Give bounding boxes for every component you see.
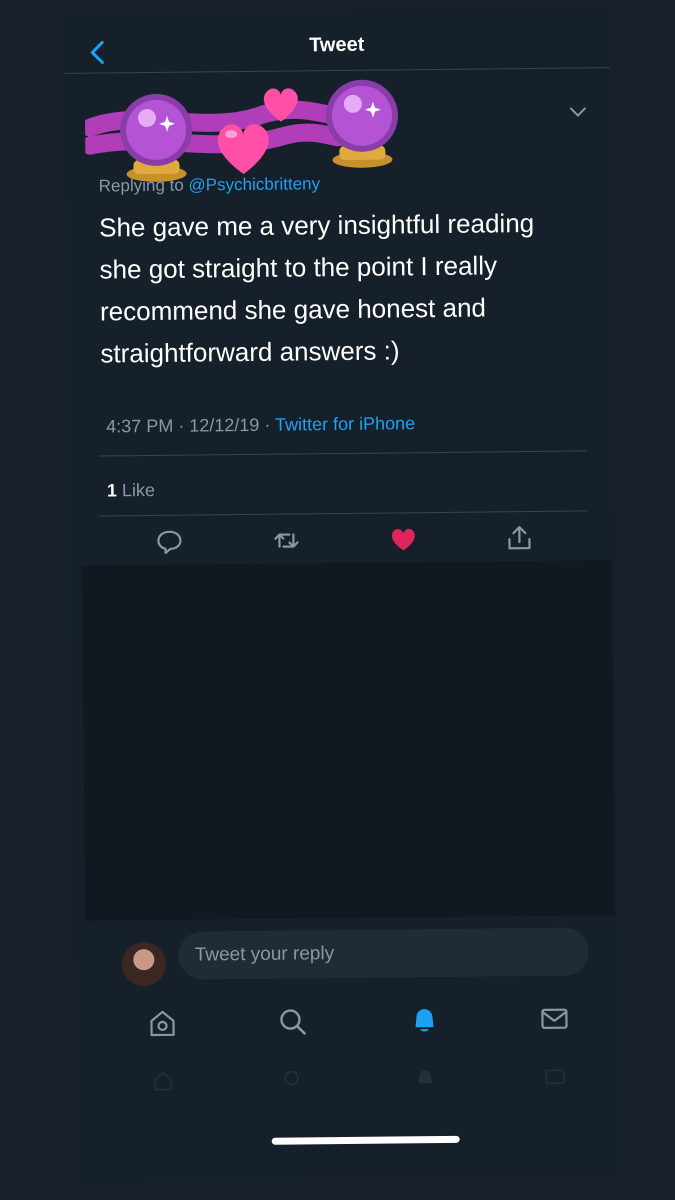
- retweet-button[interactable]: [270, 524, 302, 556]
- like-button[interactable]: [387, 523, 419, 555]
- replying-to-label: Replying to: [98, 175, 184, 196]
- heart-emoji: [217, 124, 269, 175]
- tab-search[interactable]: [274, 1003, 310, 1039]
- crystal-ball-emoji: [120, 93, 193, 182]
- messages-icon: [545, 1069, 565, 1085]
- tweet-date: 12/12/19: [189, 414, 260, 436]
- small-heart-emoji: [263, 88, 298, 122]
- share-icon: [508, 526, 531, 550]
- tab-notifications[interactable]: [406, 1002, 442, 1038]
- search-icon: [284, 1070, 299, 1086]
- replying-to-handle-link[interactable]: @Psychicbritteny: [188, 174, 320, 194]
- reply-composer: [94, 927, 600, 992]
- replying-to-line: Replying to @Psychicbritteny: [99, 174, 321, 196]
- top-nav-bar: Tweet: [64, 7, 610, 74]
- meta-separator: ·: [264, 414, 271, 435]
- tweet-screen: Tweet Replying to @Psychicbritteny She g…: [63, 7, 622, 1183]
- home-icon: [154, 1071, 172, 1091]
- tweet-time: 4:37 PM: [106, 415, 174, 437]
- tweet-body: She gave me a very insightful reading sh…: [98, 207, 535, 369]
- share-button[interactable]: [503, 522, 535, 554]
- bottom-tab-bar: [74, 992, 620, 1058]
- tweet-author-row: [84, 72, 596, 182]
- empty-replies-area: [81, 560, 616, 921]
- divider: [98, 450, 587, 457]
- tweet-actions-bar: [99, 515, 587, 564]
- meta-separator: ·: [178, 415, 185, 436]
- search-icon: [280, 1009, 306, 1035]
- reply-icon: [157, 530, 182, 554]
- home-icon: [150, 1010, 175, 1037]
- avatar[interactable]: [121, 941, 167, 987]
- tweet-source-link[interactable]: Twitter for iPhone: [275, 413, 415, 434]
- reply-input[interactable]: [178, 927, 589, 980]
- retweet-icon: [274, 533, 299, 548]
- notifications-icon: [418, 1070, 432, 1084]
- reply-button[interactable]: [153, 526, 185, 558]
- likes-count-link[interactable]: 1 Like: [107, 480, 155, 502]
- tab-messages[interactable]: [536, 1001, 572, 1037]
- home-indicator[interactable]: [271, 1135, 460, 1145]
- notifications-icon: [415, 1009, 434, 1032]
- page-title: Tweet: [309, 33, 365, 57]
- chevron-down-icon: [569, 107, 586, 117]
- like-icon: [391, 528, 415, 551]
- messages-icon: [541, 1008, 568, 1030]
- tab-home[interactable]: [144, 1005, 180, 1041]
- like-count: 1: [106, 480, 118, 501]
- like-label: Like: [121, 479, 156, 501]
- tweet-metadata: 4:37 PM · 12/12/19 · Twitter for iPhone: [106, 413, 415, 437]
- more-options-button[interactable]: [567, 100, 589, 122]
- ghost-tab-bar-reflection: [75, 1057, 620, 1113]
- crystal-ball-emoji: [325, 79, 398, 168]
